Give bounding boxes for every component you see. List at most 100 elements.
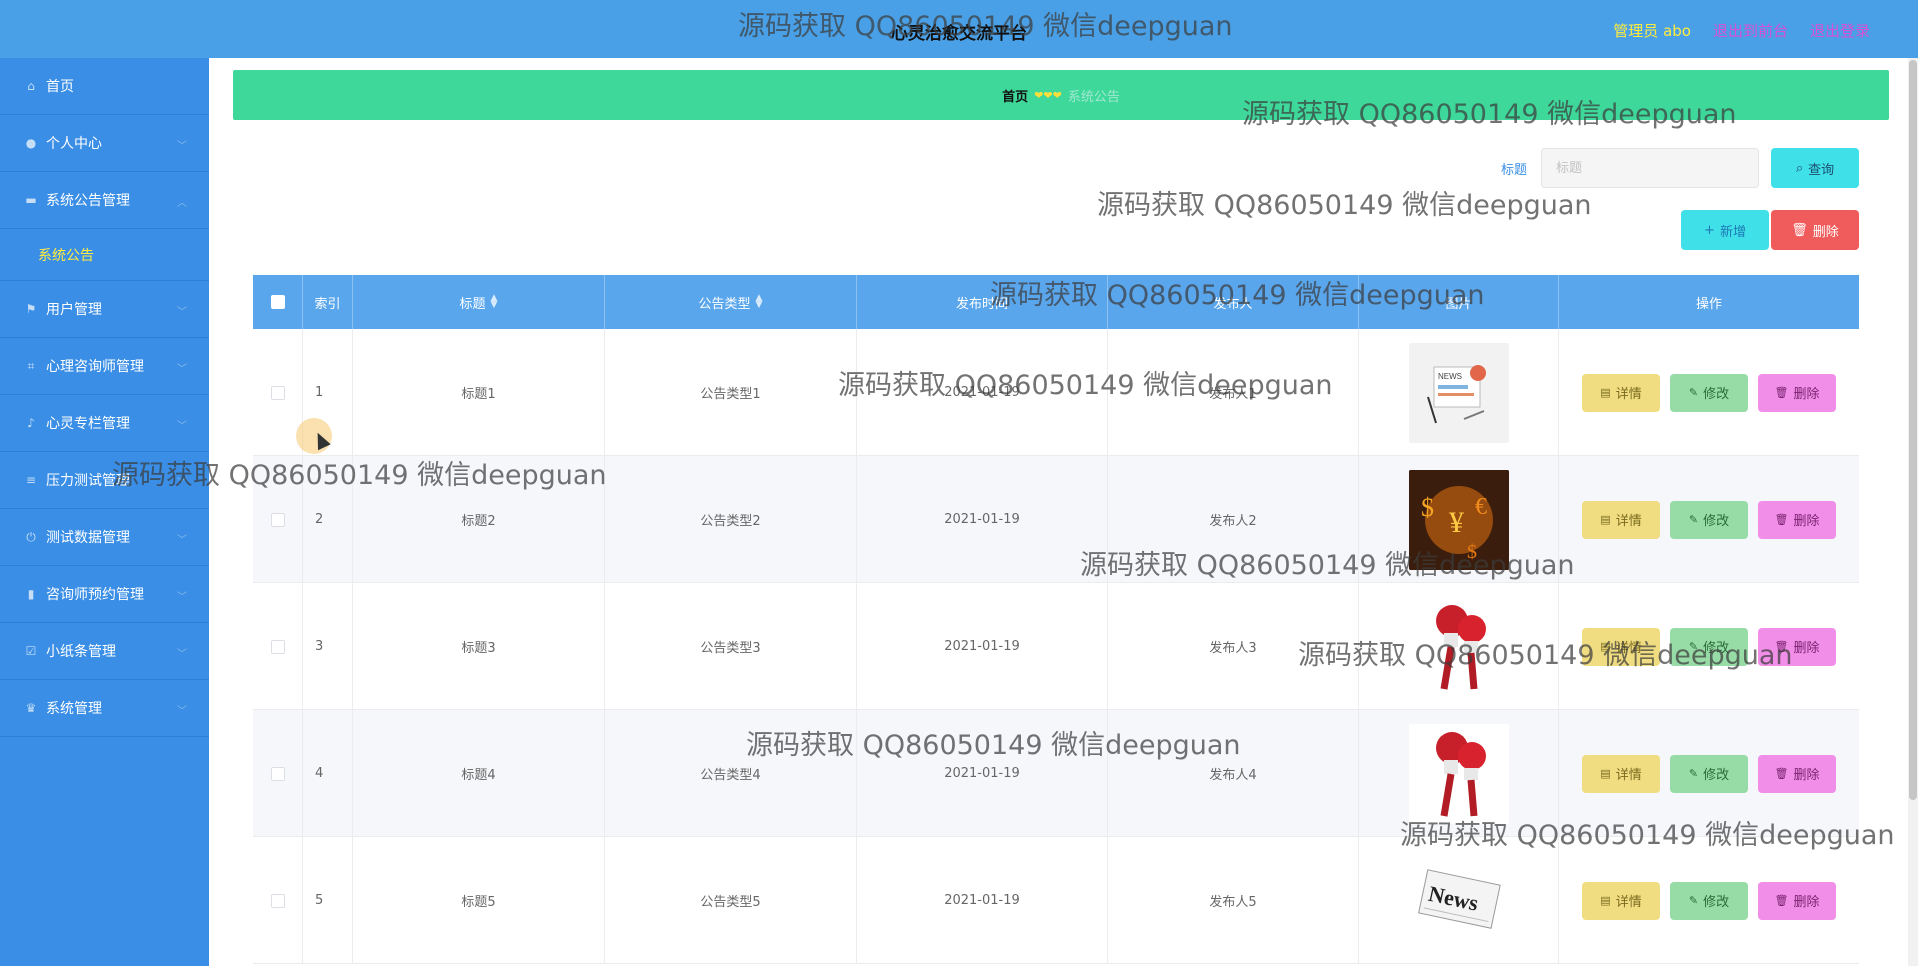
edit-label: 修改 xyxy=(1703,387,1730,402)
detail-button[interactable]: ▤ 详情 xyxy=(1582,500,1660,539)
action-row: + 新增 🗑 删除 xyxy=(1681,210,1859,250)
sidebar-item-label: 心理咨询师管理 xyxy=(46,359,144,375)
sidebar-item-home[interactable]: ⌂ 首页 xyxy=(0,58,209,115)
edit-label: 修改 xyxy=(1703,641,1730,656)
table-row: 5 标题5 公告类型5 2021-01-19 发布人5 News ▤ 详情 ✎ … xyxy=(253,837,1859,964)
sidebar-item-system-management[interactable]: ♛ 系统管理 ﹀ xyxy=(0,680,209,737)
row-checkbox[interactable] xyxy=(270,512,285,527)
sidebar-item-label: 用户管理 xyxy=(46,302,102,318)
pencil-icon: ✎ xyxy=(1688,386,1699,399)
sidebar-item-column-management[interactable]: ♪ 心灵专栏管理 ﹀ xyxy=(0,395,209,452)
row-publisher: 发布人3 xyxy=(1108,583,1359,710)
add-button[interactable]: + 新增 xyxy=(1681,210,1769,250)
sidebar-item-label: 压力测试管理 xyxy=(46,473,130,489)
trash-icon: 🗑 xyxy=(1774,513,1789,526)
row-checkbox[interactable] xyxy=(270,385,285,400)
detail-label: 详情 xyxy=(1615,514,1642,529)
row-title: 标题2 xyxy=(353,456,605,583)
trash-icon: 🗑 xyxy=(1774,640,1789,653)
chevron-down-icon: ﹀ xyxy=(177,307,187,318)
edit-button[interactable]: ✎ 修改 xyxy=(1670,754,1748,793)
edit-button[interactable]: ✎ 修改 xyxy=(1670,627,1748,666)
row-checkbox[interactable] xyxy=(270,766,285,781)
back-to-front-link[interactable]: 退出到前台 xyxy=(1713,20,1788,41)
title-search-input[interactable] xyxy=(1541,148,1759,188)
delete-label: 删除 xyxy=(1793,895,1820,910)
row-type: 公告类型3 xyxy=(605,583,857,710)
sidebar-item-stress-test-management[interactable]: ≡ 压力测试管理 ﹀ xyxy=(0,452,209,509)
row-title: 标题4 xyxy=(353,710,605,837)
sort-icon[interactable]: ▲ ▼ xyxy=(756,294,763,310)
row-type: 公告类型5 xyxy=(605,837,857,964)
breadcrumb-home[interactable]: 首页 xyxy=(1002,86,1028,105)
row-checkbox[interactable] xyxy=(270,893,285,908)
sidebar-item-notice-management[interactable]: ▬ 系统公告管理 ︿ xyxy=(0,172,209,229)
delete-button[interactable]: 🗑 删除 xyxy=(1758,627,1836,666)
dollar-symbols-image: $ ¥ € $ xyxy=(1408,469,1509,570)
sidebar-subitem-notice[interactable]: 系统公告 xyxy=(0,229,209,281)
table-row: 4 标题4 公告类型4 2021-01-19 发布人4 ▤ 详情 ✎ 修改 🗑 … xyxy=(253,710,1859,837)
trophy-icon: ♛ xyxy=(25,701,37,715)
select-all-cell xyxy=(253,275,303,329)
select-all-checkbox[interactable] xyxy=(270,295,285,309)
sidebar-item-note-management[interactable]: ☑ 小纸条管理 ﹀ xyxy=(0,623,209,680)
logout-link[interactable]: 退出登录 xyxy=(1810,20,1870,41)
row-actions: ▤ 详情 ✎ 修改 🗑 删除 xyxy=(1582,500,1836,539)
sidebar-item-user-management[interactable]: ⚑ 用户管理 ﹀ xyxy=(0,281,209,338)
edit-button[interactable]: ✎ 修改 xyxy=(1670,373,1748,412)
row-checkbox[interactable] xyxy=(270,639,285,654)
row-title: 标题1 xyxy=(353,329,605,456)
svg-text:$: $ xyxy=(1467,541,1477,563)
plus-icon: + xyxy=(1704,222,1715,238)
row-date: 2021-01-19 xyxy=(857,837,1108,964)
document-icon: ▤ xyxy=(1600,386,1611,399)
batch-delete-button[interactable]: 🗑 删除 xyxy=(1771,210,1859,250)
scrollbar-thumb[interactable] xyxy=(1909,60,1917,800)
chevron-down-icon: ﹀ xyxy=(177,478,187,489)
edit-button[interactable]: ✎ 修改 xyxy=(1670,881,1748,920)
trash-icon: 🗑 xyxy=(1774,894,1789,907)
detail-button[interactable]: ▤ 详情 xyxy=(1582,754,1660,793)
row-date: 2021-01-19 xyxy=(857,710,1108,837)
breadcrumb-current: 系统公告 xyxy=(1067,89,1120,105)
pencil-icon: ✎ xyxy=(1688,894,1699,907)
delete-button[interactable]: 🗑 删除 xyxy=(1758,500,1836,539)
delete-label: 删除 xyxy=(1793,514,1820,529)
sidebar-item-label: 首页 xyxy=(46,79,74,95)
column-header-type[interactable]: 公告类型 ▲ ▼ xyxy=(605,275,857,329)
chevron-down-icon: ﹀ xyxy=(177,535,187,546)
row-index: 5 xyxy=(303,837,353,964)
sidebar-item-personal-center[interactable]: ● 个人中心 ﹀ xyxy=(0,115,209,172)
column-header-title[interactable]: 标题 ▲ ▼ xyxy=(353,275,605,329)
power-icon: ⏻ xyxy=(26,530,36,544)
table-row: 3 标题3 公告类型3 2021-01-19 发布人3 ▤ 详情 ✎ 修改 🗑 … xyxy=(253,583,1859,710)
row-date: 2021-01-19 xyxy=(857,583,1108,710)
edit-button[interactable]: ✎ 修改 xyxy=(1670,500,1748,539)
row-publisher: 发布人5 xyxy=(1108,837,1359,964)
detail-button[interactable]: ▤ 详情 xyxy=(1582,627,1660,666)
delete-button[interactable]: 🗑 删除 xyxy=(1758,754,1836,793)
sidebar-item-label: 咨询师预约管理 xyxy=(46,587,144,603)
column-header-image: 图片 xyxy=(1359,275,1559,329)
chevron-down-icon: ﹀ xyxy=(177,141,187,152)
row-date: 2021-01-19 xyxy=(857,329,1108,456)
sidebar-item-counselor-management[interactable]: ⌗ 心理咨询师管理 ﹀ xyxy=(0,338,209,395)
sidebar-item-appointment-management[interactable]: ▮ 咨询师预约管理 ﹀ xyxy=(0,566,209,623)
delete-button[interactable]: 🗑 删除 xyxy=(1758,373,1836,412)
detail-button[interactable]: ▤ 详情 xyxy=(1582,881,1660,920)
delete-button[interactable]: 🗑 删除 xyxy=(1758,881,1836,920)
svg-text:$: $ xyxy=(1421,493,1434,522)
document-icon: ▤ xyxy=(1600,513,1611,526)
delete-label: 删除 xyxy=(1793,387,1820,402)
document-icon: ▤ xyxy=(1600,894,1611,907)
sidebar-item-label: 系统公告管理 xyxy=(46,193,130,209)
detail-button[interactable]: ▤ 详情 xyxy=(1582,373,1660,412)
admin-label: 管理员 abo xyxy=(1613,22,1691,40)
query-button[interactable]: ⌕ 查询 xyxy=(1771,148,1859,188)
pencil-icon: ✎ xyxy=(1688,767,1699,780)
search-label: 标题 xyxy=(1500,162,1527,178)
sidebar-item-test-data-management[interactable]: ⏻ 测试数据管理 ﹀ xyxy=(0,509,209,566)
home-icon: ⌂ xyxy=(27,79,35,93)
sort-icon[interactable]: ▲ ▼ xyxy=(491,294,498,310)
column-label: 公告类型 xyxy=(698,296,751,312)
